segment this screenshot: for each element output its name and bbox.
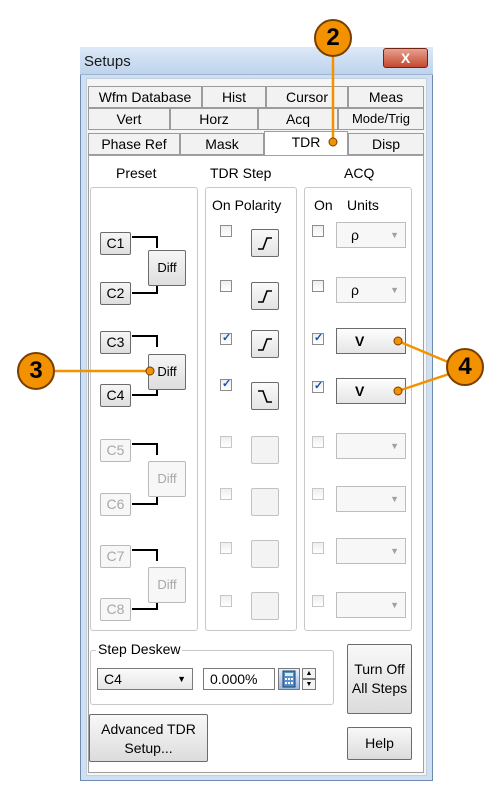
callout-leader-lines	[55, 55, 456, 396]
callout-2-badge: 2	[314, 19, 352, 57]
callout-2-dot	[328, 137, 338, 147]
callout-3-dot	[145, 366, 155, 376]
callout-3-badge: 3	[17, 352, 55, 390]
callout-4-leader-b	[397, 370, 456, 393]
callout-4-dot-b	[393, 386, 403, 396]
callout-4-badge: 4	[446, 348, 484, 386]
callout-4-dot-a	[393, 336, 403, 346]
